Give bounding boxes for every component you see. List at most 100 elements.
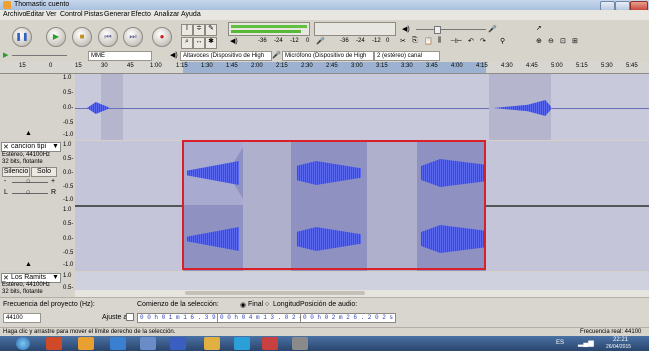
window-title: Thomastic cuento [14,1,70,8]
sync-lock-icon[interactable]: ⚲ [500,37,505,45]
length-radio[interactable]: ○ [265,301,269,308]
taskbar-app-icon[interactable] [140,337,156,350]
pan-slider[interactable]: L ○ R [4,189,56,197]
skip-end-button[interactable]: ⏭ [123,27,143,47]
selection-toolbar: Frecuencia del proyecto (Hz): 44100 Ajus… [0,297,649,328]
meter-tick: -36 [340,38,349,44]
taskbar-app-icon[interactable] [234,337,250,350]
stop-button[interactable]: ■ [72,27,92,47]
play-button[interactable]: ▶ [46,27,66,47]
menu-ayuda[interactable]: Ayuda [181,11,201,18]
taskbar-app-icon[interactable] [262,337,278,350]
meter-tick: -24 [356,38,365,44]
copy-icon[interactable]: ⎘ [412,37,418,45]
ruler-tick: 5:30 [601,63,613,69]
menu-generar[interactable]: Generar [104,11,130,18]
menu-editar[interactable]: Editar [26,11,44,18]
timeline-ruler[interactable]: 15 0 15 30 45 1:00 1:15 1:30 1:45 2:00 2… [0,62,649,74]
meter-tick: -12 [290,38,299,44]
ruler-tick: 3:15 [376,63,388,69]
ruler-tick: 0 [49,63,53,69]
play-speed-slider[interactable] [12,55,67,56]
envelope-tool[interactable]: ≑ [193,24,205,36]
selection-start-label: Comienzo de la selección: [137,301,219,308]
gain-slider[interactable]: - ○ + [4,178,56,186]
draw-tool[interactable]: ✎ [205,24,217,36]
taskbar-app-icon[interactable] [110,337,126,350]
zoom-tool[interactable]: ⌕ [181,37,193,49]
menu-efecto[interactable]: Efecto [131,11,151,18]
track-3-waveform[interactable] [75,272,649,290]
meter-tick: -24 [274,38,283,44]
play-at-speed-icon[interactable]: ▶ [3,51,8,59]
windows-taskbar [0,336,649,351]
end-radio-label: Final [248,301,264,308]
track-1-waveform[interactable] [75,74,649,140]
fit-selection-icon[interactable]: ⊡ [560,37,566,45]
gain-min-label: - [4,178,7,185]
start-button[interactable] [16,337,30,350]
device-toolbar: ▶ MME ◀) Altavoces (Dispositivo de High … [0,50,649,62]
multi-tool[interactable]: ✱ [205,37,217,49]
record-meter[interactable] [314,22,396,36]
mute-button[interactable]: Silencio [2,167,30,177]
solo-button[interactable]: Solo [31,167,57,177]
slider-thumb[interactable] [434,26,441,34]
track-2-controls[interactable]: ✕ cancion tipi ▼ Estéreo, 44100Hz 32 bit… [0,141,62,271]
menu-analizar[interactable]: Analizar [154,11,179,18]
menu-pistas[interactable]: Pistas [84,11,103,18]
taskbar-app-icon[interactable] [170,337,186,350]
language-indicator[interactable]: ES [556,340,564,346]
zoom-out-icon[interactable]: ⊖ [548,37,554,45]
channels-select[interactable]: 2 (estéreo) canal [374,51,440,61]
collapse-icon[interactable]: ▲ [25,261,32,268]
trim-icon[interactable]: ⫼ [438,37,441,45]
horizontal-scrollbar[interactable] [75,290,649,297]
menu-ver[interactable]: Ver [46,11,57,18]
audio-host-select[interactable]: MME [88,51,152,61]
pause-button[interactable]: ❚❚ [12,27,32,47]
collapse-icon[interactable]: ▲ [25,130,32,137]
menu-archivo[interactable]: Archivo [3,11,26,18]
ruler-tick: 3:00 [351,63,363,69]
fit-project-icon[interactable]: ⊞ [572,37,578,45]
taskbar-app-icon[interactable] [204,337,220,350]
snap-to-checkbox[interactable] [126,313,134,321]
output-device-select[interactable]: Altavoces (Dispositivo de High [180,51,272,61]
close-track-icon[interactable]: ✕ [3,143,9,151]
track-info: 32 bits, flotante [2,289,43,295]
close-track-icon[interactable]: ✕ [3,274,9,282]
menu-control[interactable]: Control [60,11,83,18]
redo-icon[interactable]: ↷ [480,37,486,45]
selection-highlight[interactable] [182,140,486,270]
silence-icon[interactable]: ⊣⊢ [450,37,462,45]
ruler-tick: 5:45 [626,63,638,69]
track-3-controls[interactable]: ✕ Los Ramits ▼ Estéreo, 44100Hz 32 bits,… [0,272,62,297]
playback-volume-slider[interactable]: ◀) [402,25,492,34]
meter-tick: -36 [258,38,267,44]
taskbar-app-icon[interactable] [292,337,308,350]
meter-left-bar [231,25,307,28]
slider-thumb[interactable]: ○ [26,178,30,185]
taskbar-app-icon[interactable] [78,337,94,350]
project-rate-select[interactable]: 44100 [3,313,41,323]
timeshift-tool[interactable]: ↔ [193,37,205,49]
track-1-controls[interactable]: ▲ [0,74,62,140]
selection-end-field[interactable]: 0 0 h 0 4 m 1 3 . 0 2 4 s [217,313,314,323]
network-icon[interactable]: ▂▄▆ [578,339,594,347]
playback-meter[interactable] [228,22,310,36]
scrollbar-thumb[interactable] [185,291,365,295]
end-radio[interactable]: ◉ [240,301,246,309]
slider-thumb[interactable]: ○ [26,189,30,196]
input-device-select[interactable]: Micrófono (Dispositivo de High [282,51,374,61]
skip-start-button[interactable]: ⏮ [98,27,118,47]
cut-icon[interactable]: ✂ [400,37,406,45]
taskbar-app-icon[interactable] [46,337,62,350]
undo-icon[interactable]: ↶ [468,37,474,45]
zoom-in-icon[interactable]: ⊕ [536,37,542,45]
audio-position-field[interactable]: 0 0 h 0 2 m 2 6 . 2 0 2 s [300,313,397,323]
paste-icon[interactable]: 📋 [424,37,433,45]
record-button[interactable]: ● [152,27,172,47]
selection-tool[interactable]: I [181,24,193,36]
track-name-button[interactable]: ✕ cancion tipi ▼ [1,142,61,152]
